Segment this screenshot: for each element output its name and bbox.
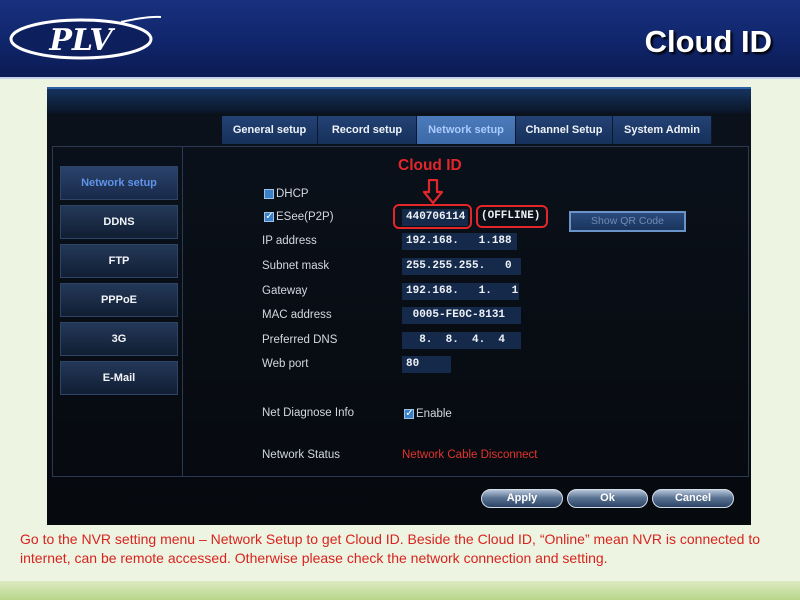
esee-label: ESee(P2P) xyxy=(276,211,334,223)
panel-divider xyxy=(182,146,183,477)
mac-address-label: MAC address xyxy=(262,309,332,321)
esee-checkbox[interactable] xyxy=(264,211,274,222)
ip-address-field[interactable]: 192.168. 1.188 xyxy=(402,233,517,250)
preferred-dns-label: Preferred DNS xyxy=(262,334,338,346)
settings-tab-bar: General setup Record setup Network setup… xyxy=(222,116,712,144)
gateway-label: Gateway xyxy=(262,285,308,297)
subnet-mask-field[interactable]: 255.255.255. 0 xyxy=(402,258,521,275)
cloud-id-annotation: Cloud ID xyxy=(398,157,462,174)
slide-title: Cloud ID xyxy=(644,24,772,59)
sidebar-item-ftp[interactable]: FTP xyxy=(60,244,178,278)
logo-swoosh xyxy=(120,15,162,23)
net-diagnose-label: Net Diagnose Info xyxy=(262,407,355,419)
tab-record-setup[interactable]: Record setup xyxy=(318,116,417,144)
show-qr-code-button[interactable]: Show QR Code xyxy=(569,211,686,232)
sidebar-item-email[interactable]: E-Mail xyxy=(60,361,178,395)
network-status-value: Network Cable Disconnect xyxy=(402,449,538,461)
dhcp-checkbox[interactable] xyxy=(264,189,274,199)
net-diagnose-checkbox[interactable] xyxy=(404,408,414,419)
tab-channel-setup[interactable]: Channel Setup xyxy=(516,116,613,144)
dhcp-label: DHCP xyxy=(276,188,309,200)
title-banner: PLV Cloud ID xyxy=(0,0,800,79)
plv-logo: PLV xyxy=(9,15,162,60)
gateway-field[interactable]: 192.168. 1. 1 xyxy=(402,283,519,300)
down-arrow-icon xyxy=(423,179,443,205)
cloud-id-value: 440706114 xyxy=(402,209,468,226)
web-port-label: Web port xyxy=(262,358,309,370)
sidebar-item-network-setup[interactable]: Network setup xyxy=(60,166,178,200)
sidebar-item-3g[interactable]: 3G xyxy=(60,322,178,356)
tab-system-admin[interactable]: System Admin xyxy=(613,116,712,144)
ok-button[interactable]: Ok xyxy=(567,489,648,508)
net-diagnose-enable-label: Enable xyxy=(416,408,452,420)
subnet-mask-label: Subnet mask xyxy=(262,260,330,272)
sidebar-item-ddns[interactable]: DDNS xyxy=(60,205,178,239)
apply-button[interactable]: Apply xyxy=(481,489,563,508)
tab-general-setup[interactable]: General setup xyxy=(222,116,318,144)
ip-address-label: IP address xyxy=(262,235,317,247)
footer-strip xyxy=(0,581,800,600)
cancel-button[interactable]: Cancel xyxy=(652,489,734,508)
tab-network-setup[interactable]: Network setup xyxy=(417,116,516,144)
nvr-screenshot: General setup Record setup Network setup… xyxy=(47,87,751,525)
logo-text: PLV xyxy=(48,23,115,58)
sidebar-item-pppoe[interactable]: PPPoE xyxy=(60,283,178,317)
nvr-top-bar xyxy=(47,87,751,113)
slide: PLV Cloud ID General setup Record setup … xyxy=(0,0,800,600)
preferred-dns-field[interactable]: 8. 8. 4. 4 xyxy=(402,332,521,349)
slide-caption: Go to the NVR setting menu – Network Set… xyxy=(20,531,761,566)
network-status-label: Network Status xyxy=(262,449,340,461)
web-port-field[interactable]: 80 xyxy=(402,356,451,373)
cloud-status-value: (OFFLINE) xyxy=(481,210,541,222)
mac-address-field: 0005-FE0C-8131 xyxy=(402,307,521,324)
